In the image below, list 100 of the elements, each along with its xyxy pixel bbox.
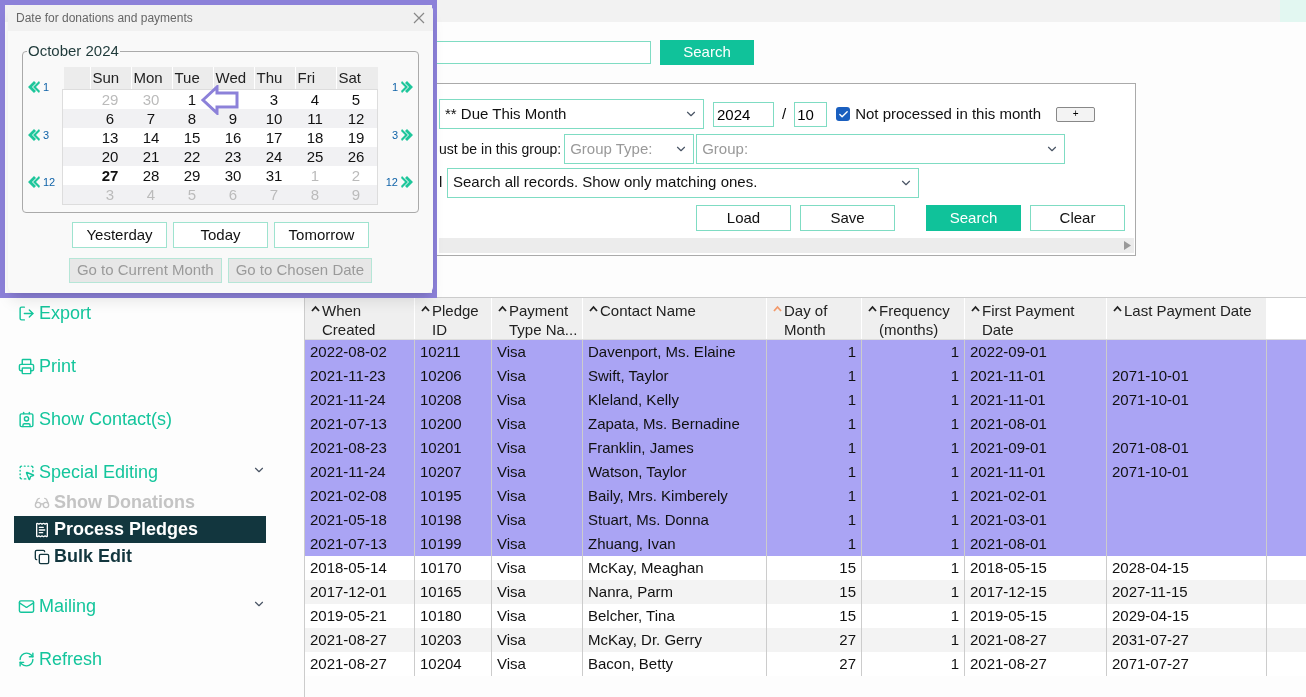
horizontal-scrollbar[interactable]	[439, 238, 1134, 253]
calendar-day[interactable]: 3	[269, 90, 279, 109]
column-header[interactable]: Pledge ID	[415, 298, 492, 339]
column-header[interactable]: When Created	[305, 298, 415, 339]
date-shortcut-button[interactable]: Today	[173, 222, 268, 248]
month-field[interactable]: 10	[794, 101, 828, 127]
step-months-link[interactable]: 12	[43, 174, 56, 191]
scroll-right-icon[interactable]	[1124, 241, 1131, 250]
column-header[interactable]: Day of Month	[767, 298, 862, 339]
table-row[interactable]: 2017-12-01 10165 Visa Nanra, Parm 15 1 2017-12-15 2027-11-15	[305, 580, 1306, 604]
table-cell-text: 1	[950, 581, 959, 602]
calendar-day[interactable]: 8	[187, 109, 197, 128]
calendar-day[interactable]: 5	[351, 90, 361, 109]
date-shortcut-button[interactable]: Yesterday	[72, 222, 167, 248]
table-cell-text: 1	[950, 533, 959, 554]
step-months-link[interactable]: 12	[385, 174, 398, 191]
table-cell-text: 2027-11-15	[1112, 581, 1188, 602]
calendar-day[interactable]: 11	[307, 109, 323, 128]
calendar-day[interactable]: 23	[224, 147, 242, 166]
table-cell-text: McKay, Dr. Gerry	[588, 629, 702, 650]
calendar-day[interactable]: 13	[101, 128, 119, 147]
table-cell-text: 2021-08-23	[310, 437, 387, 458]
calendar-day[interactable]: 26	[347, 147, 365, 166]
column-header[interactable]: First Payment Date	[965, 298, 1107, 339]
table-row[interactable]: 2021-08-23 10201 Visa Franklin, James 1 1 2021-09-01 2071-08-01	[305, 436, 1306, 460]
double-left-arrow-icon	[27, 127, 41, 142]
column-header[interactable]: Frequency (months)	[862, 298, 965, 339]
calendar-day[interactable]: 28	[142, 166, 160, 185]
table-row[interactable]: 2021-11-24 10208 Visa Kleland, Kelly 1 1 2021-11-01 2071-10-01	[305, 388, 1306, 412]
calendar-day[interactable]: 16	[224, 128, 242, 147]
table-row[interactable]: 2021-11-23 10206 Visa Swift, Taylor 1 1 2021-11-01 2071-10-01	[305, 364, 1306, 388]
table-cell-text: Kleland, Kelly	[588, 389, 679, 410]
table-cell-text: 1	[950, 461, 959, 482]
table-cell-text: 1	[847, 509, 856, 530]
table-cell-text: 2017-12-15	[970, 581, 1047, 602]
calendar-day[interactable]: 24	[265, 147, 283, 166]
calendar-day[interactable]: 7	[146, 109, 156, 128]
table-cell-text: Baily, Mrs. Kimberely	[588, 485, 728, 506]
table-row[interactable]: 2021-07-13 10199 Visa Zhuang, Ivan 1 1 2021-08-01	[305, 532, 1306, 556]
calendar-day[interactable]: 17	[265, 128, 283, 147]
calendar-day[interactable]: 18	[306, 128, 324, 147]
table-cell-text: 1	[847, 389, 856, 410]
preset-dropdown[interactable]: ** Due This Month	[439, 99, 704, 129]
double-right-arrow-icon	[400, 80, 414, 95]
calendar-day[interactable]: 29	[183, 166, 201, 185]
calendar-day[interactable]: 30	[224, 166, 242, 185]
calendar-day[interactable]: 4	[310, 90, 320, 109]
close-icon[interactable]	[413, 12, 425, 24]
calendar-day[interactable]: 6	[105, 109, 115, 128]
calendar-day[interactable]: 14	[142, 128, 160, 147]
calendar-day[interactable]: 1	[187, 90, 197, 109]
year-field[interactable]: 2024	[713, 101, 774, 127]
not-processed-checkbox[interactable]	[836, 107, 851, 121]
step-months-link[interactable]: 3	[391, 126, 398, 143]
step-months-link[interactable]: 3	[43, 126, 50, 143]
table-cell-text: 10195	[420, 485, 462, 506]
step-months-link[interactable]: 1	[391, 79, 398, 96]
table-cell-text: Visa	[497, 485, 526, 506]
column-header[interactable]: Last Payment Date	[1107, 298, 1267, 339]
calendar-day[interactable]: 19	[347, 128, 365, 147]
mail-icon	[18, 598, 35, 615]
calendar-day[interactable]: 10	[265, 109, 283, 128]
table-cell-text: 2071-10-01	[1112, 461, 1189, 482]
date-shortcut-button[interactable]: Tomorrow	[274, 222, 369, 248]
filter-action-button[interactable]: Load	[696, 205, 791, 231]
calendar-day[interactable]: 27	[101, 166, 119, 185]
table-row[interactable]: 2021-11-24 10207 Visa Watson, Taylor 1 1 2021-11-01 2071-10-01	[305, 460, 1306, 484]
calendar-day[interactable]: 9	[228, 109, 238, 128]
step-months-link[interactable]: 1	[43, 79, 50, 96]
table-cell-text: 2071-08-01	[1112, 437, 1189, 458]
table-row[interactable]: 2021-05-18 10198 Visa Stuart, Ms. Donna 1 1 2021-03-01	[305, 508, 1306, 532]
table-row[interactable]: 2021-08-27 10203 Visa McKay, Dr. Gerry 27 1 2021-08-27 2031-07-27	[305, 628, 1306, 652]
sidebar-subitem[interactable]: Process Pledges	[14, 516, 266, 543]
table-cell-text: Bacon, Betty	[588, 653, 674, 674]
calendar-day[interactable]: 21	[142, 147, 160, 166]
calendar-day[interactable]: 25	[306, 147, 324, 166]
calendar-day[interactable]: 12	[347, 109, 365, 128]
table-cell-text: 1	[950, 629, 959, 650]
column-header[interactable]: Payment Type Na...	[492, 298, 583, 339]
scope-dropdown[interactable]: Search all records. Show only matching ones.	[447, 167, 919, 198]
table-row[interactable]: 2021-02-08 10195 Visa Baily, Mrs. Kimberely 1 1 2021-02-01	[305, 484, 1306, 508]
calendar-day[interactable]: 20	[101, 147, 119, 166]
filter-action-button[interactable]: Clear	[1030, 205, 1125, 231]
table-cell-text: 2021-11-23	[310, 365, 386, 386]
table-cell-text: 10180	[420, 605, 462, 626]
calendar-day[interactable]: 31	[265, 166, 283, 185]
table-cell-text: Franklin, James	[588, 437, 694, 458]
calendar-day[interactable]: 15	[183, 128, 201, 147]
table-row[interactable]: 2021-07-13 10200 Visa Zapata, Ms. Bernadine 1 1 2021-08-01	[305, 412, 1306, 436]
table-cell-text: 10201	[420, 437, 462, 458]
add-button[interactable]: +	[1056, 106, 1096, 122]
table-cell-text: 10198	[420, 509, 462, 530]
sidebar-subitem[interactable]: Bulk Edit	[14, 543, 266, 570]
column-header[interactable]: Contact Name	[583, 298, 767, 339]
table-cell-text: 2021-08-27	[970, 653, 1047, 674]
filter-action-button[interactable]: Save	[800, 205, 895, 231]
table-cell-text: 15	[839, 557, 856, 578]
calendar-day[interactable]: 22	[183, 147, 201, 166]
table-row[interactable]: 2022-08-02 10211 Visa Davenport, Ms. Elaine 1 1 2022-09-01	[305, 340, 1306, 364]
table-cell-text: 10203	[420, 629, 462, 650]
